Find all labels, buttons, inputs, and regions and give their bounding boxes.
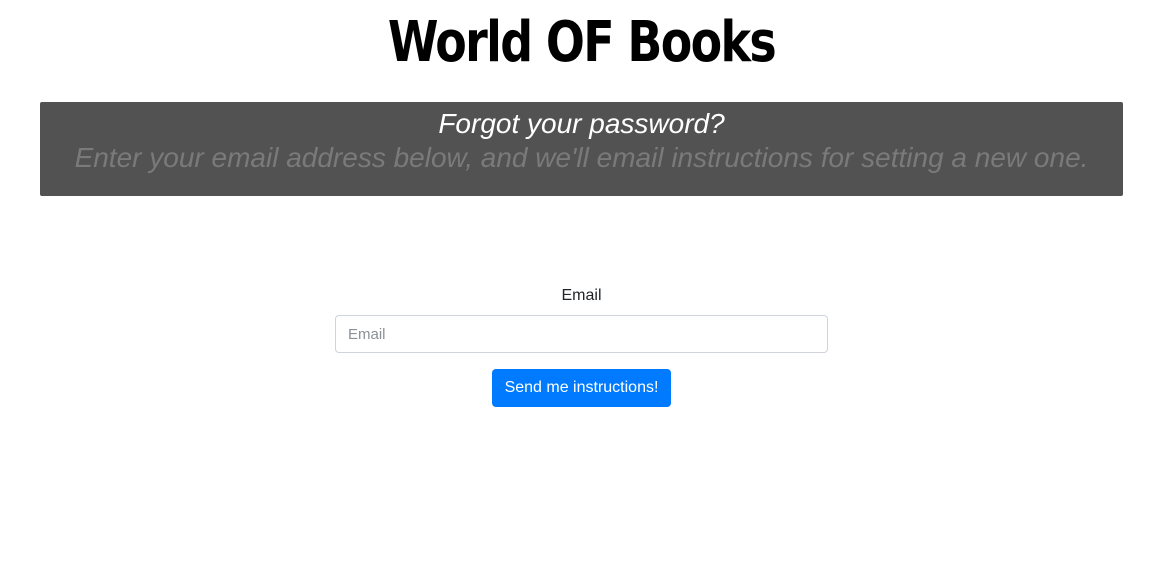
email-input[interactable] bbox=[335, 315, 828, 353]
forgot-password-form: Email Send me instructions! bbox=[335, 284, 828, 407]
forgot-password-banner: Forgot your password? Enter your email a… bbox=[40, 102, 1123, 196]
banner-instructions: Enter your email address below, and we'l… bbox=[74, 142, 1089, 173]
send-instructions-button[interactable]: Send me instructions! bbox=[491, 369, 672, 407]
site-title: World OF Books bbox=[387, 10, 777, 75]
banner-heading: Forgot your password? bbox=[438, 108, 725, 139]
email-label: Email bbox=[561, 287, 602, 304]
